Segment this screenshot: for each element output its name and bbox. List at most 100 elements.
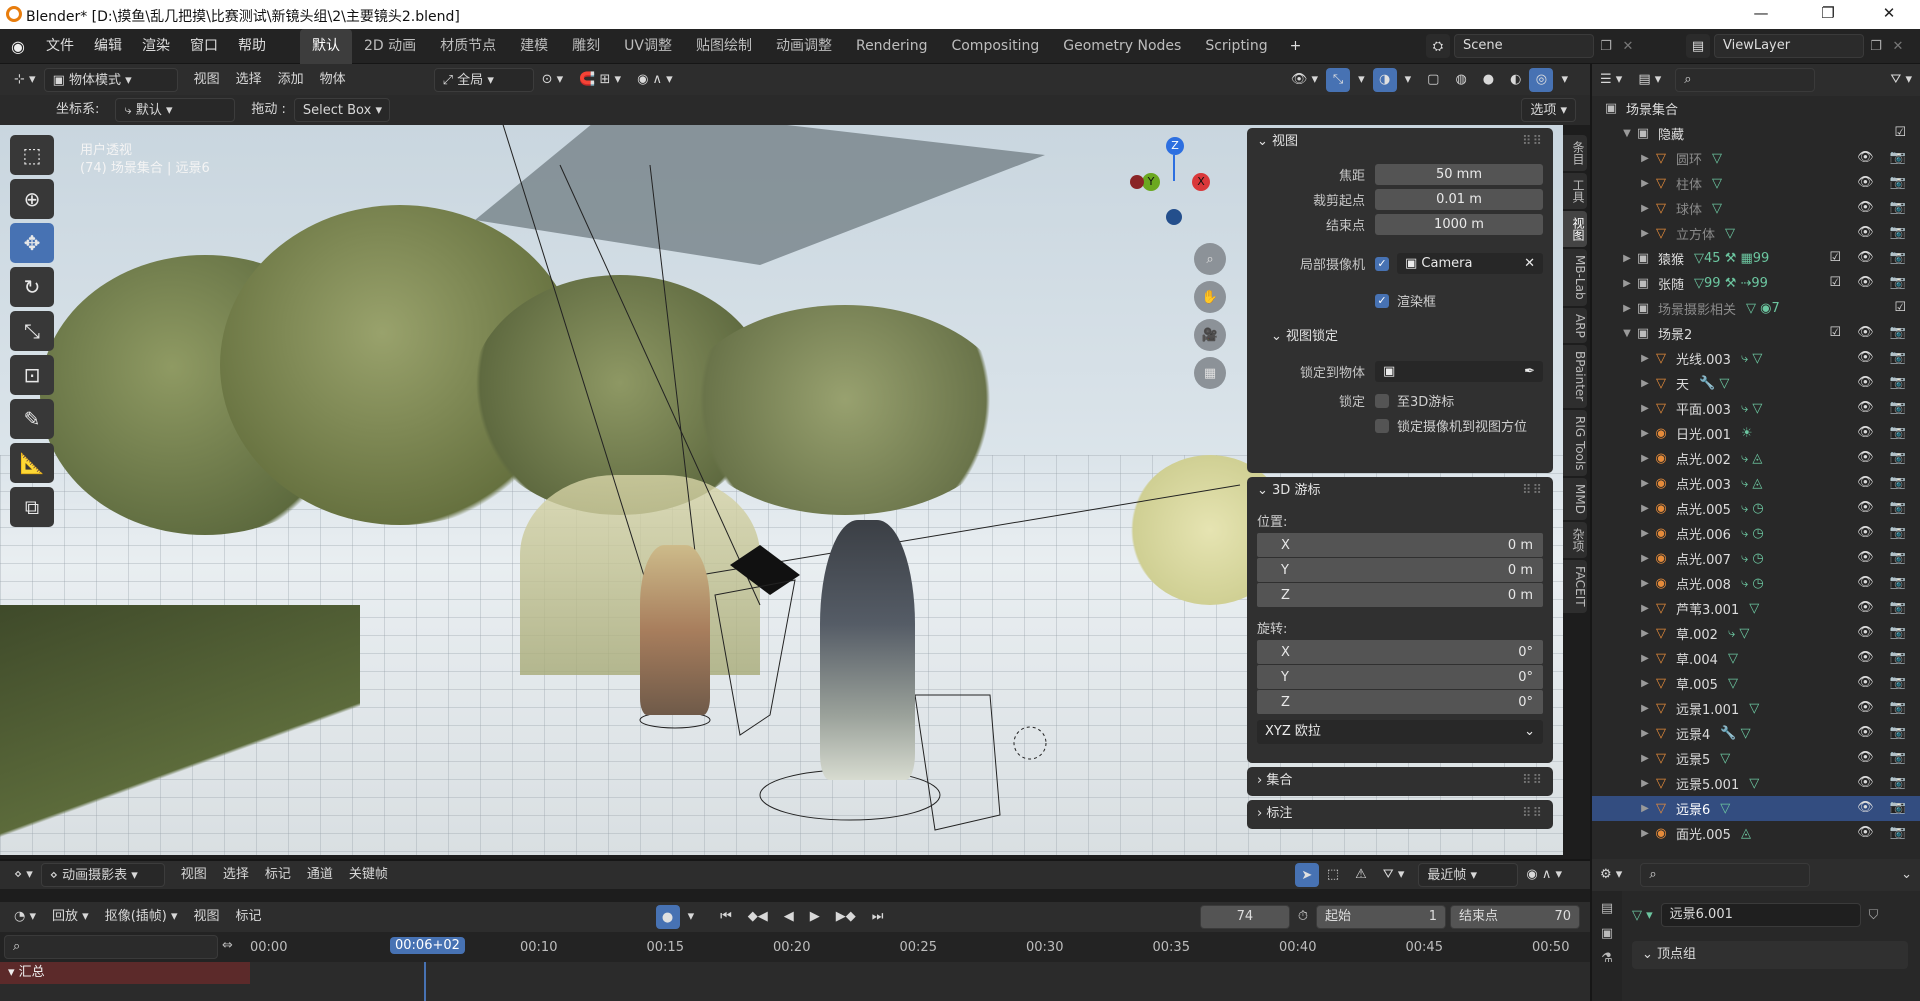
modifier-icons[interactable]: ⤷ ◷ bbox=[1741, 551, 1764, 566]
modifier-icons[interactable]: ▽99 ⚒ ⇢99 bbox=[1694, 276, 1768, 291]
expand-icon[interactable]: ▶ bbox=[1638, 478, 1652, 489]
filter-icon[interactable]: ⛛ ▾ bbox=[1882, 68, 1920, 92]
visibility-toggle-icon[interactable]: 👁 📷 bbox=[1857, 725, 1912, 740]
cursor-loc-x-field[interactable]: X 0 m bbox=[1257, 533, 1543, 557]
only-errors-icon[interactable]: ⚠ bbox=[1347, 863, 1375, 887]
options-dropdown[interactable]: 选项 ▾ bbox=[1521, 98, 1576, 122]
outliner-editor-type-icon[interactable]: ☰ ▾ bbox=[1592, 68, 1630, 92]
outliner-row[interactable]: ▶ ▣ 张随 ▽99 ⚒ ⇢99 ☑ 👁 📷 bbox=[1592, 271, 1920, 296]
sidebar-tab-6[interactable]: RIG Tools bbox=[1563, 409, 1587, 477]
viewport-menu-0[interactable]: 视图 bbox=[186, 68, 228, 92]
scene-tab-icon[interactable]: ⚗ bbox=[1592, 941, 1622, 966]
3d-cursor-header[interactable]: ⌄ 3D 游标 ⠿⠿ bbox=[1247, 477, 1553, 505]
lock-3d-cursor-checkbox[interactable] bbox=[1375, 393, 1389, 408]
workspace-tab-7[interactable]: 动画调整 bbox=[764, 29, 844, 64]
visibility-toggle-icon[interactable]: 👁 📷 bbox=[1857, 750, 1912, 765]
modifier-icons[interactable]: ▽ bbox=[1712, 201, 1722, 216]
sidebar-tab-9[interactable]: FACEIT bbox=[1563, 560, 1587, 613]
gizmo-toggle-icon[interactable]: ⤡ bbox=[1326, 67, 1351, 92]
clip-end-field[interactable]: 1000 m bbox=[1375, 214, 1543, 235]
sidebar-tab-7[interactable]: MMD bbox=[1563, 478, 1587, 521]
gizmo-z-axis[interactable]: Z bbox=[1166, 137, 1184, 155]
channel-search-input[interactable]: ⌕ bbox=[4, 935, 218, 959]
expand-icon[interactable]: ▶ bbox=[1620, 278, 1634, 289]
rotation-mode-dropdown[interactable]: XYZ 欧拉 ⌄ bbox=[1257, 720, 1543, 744]
expand-icon[interactable]: ▶ bbox=[1638, 228, 1652, 239]
outliner-row[interactable]: ▶ ◉ 点光.005 ⤷ ◷ 👁 📷 bbox=[1592, 496, 1920, 521]
jump-end-icon[interactable]: ⏭ bbox=[864, 905, 892, 929]
sync-range-icon[interactable]: ⇔ bbox=[222, 938, 233, 953]
expand-icon[interactable]: ▶ bbox=[1638, 178, 1652, 189]
expand-icon[interactable]: ▶ bbox=[1638, 778, 1652, 789]
expand-icon[interactable]: ▶ bbox=[1638, 703, 1652, 714]
collection-panel[interactable]: › 集合 ⠿⠿ bbox=[1247, 767, 1553, 796]
proportional-icon[interactable]: ◉ ∧ ▾ bbox=[1518, 863, 1570, 887]
sidebar-tab-1[interactable]: 工具 bbox=[1563, 173, 1587, 209]
dopesheet-menu-2[interactable]: 标记 bbox=[257, 863, 299, 887]
sidebar-tab-4[interactable]: ARP bbox=[1563, 307, 1587, 344]
vertex-groups-panel[interactable]: ⌄ 顶点组 bbox=[1632, 941, 1908, 969]
expand-icon[interactable]: ▶ bbox=[1638, 378, 1652, 389]
close-button[interactable]: ✕ bbox=[1874, 4, 1904, 24]
cursor-loc-y-field[interactable]: Y 0 m bbox=[1257, 558, 1543, 582]
dopesheet-menu-4[interactable]: 关键帧 bbox=[341, 863, 396, 887]
visibility-toggle-icon[interactable]: 👁 📷 bbox=[1857, 675, 1912, 690]
lock-camera-checkbox[interactable] bbox=[1375, 418, 1389, 433]
play-icon[interactable]: ▶ bbox=[802, 905, 828, 929]
outliner-row[interactable]: ▶ ◉ 日光.001 ☀ 👁 📷 bbox=[1592, 421, 1920, 446]
move-tool-icon[interactable]: ✥ bbox=[10, 223, 54, 263]
mode-dropdown[interactable]: ▣ 物体模式 ▾ bbox=[43, 67, 178, 92]
visibility-toggle-icon[interactable]: 👁 📷 bbox=[1857, 625, 1912, 640]
start-frame-field[interactable]: 起始 1 bbox=[1316, 905, 1446, 929]
annotation-panel[interactable]: › 标注 ⠿⠿ bbox=[1247, 800, 1553, 829]
visibility-toggle-icon[interactable]: ☑ 👁 📷 bbox=[1829, 275, 1912, 290]
menu-2[interactable]: 渲染 bbox=[132, 29, 180, 64]
timeline-ruler[interactable]: ⌕ ⇔ 00:00 00:10 00:15 00:20 00:25 00:30 00:35 0… bbox=[0, 932, 1590, 962]
sidebar-tab-8[interactable]: 杂项 bbox=[1563, 522, 1587, 559]
visibility-toggle-icon[interactable]: 👁 📷 bbox=[1857, 700, 1912, 715]
outliner-row[interactable]: ▶ ▽ 远景6 ▽ 👁 📷 bbox=[1592, 796, 1920, 821]
menu-4[interactable]: 帮助 bbox=[228, 29, 276, 64]
modifier-icons[interactable]: ⤷ ◷ bbox=[1741, 576, 1764, 591]
expand-icon[interactable]: ▼ bbox=[1620, 328, 1634, 339]
snap-icon[interactable]: 🧲 ⊞ ▾ bbox=[571, 68, 629, 92]
modifier-icons[interactable]: ▽ bbox=[1749, 601, 1759, 616]
visibility-toggle-icon[interactable]: 👁 📷 bbox=[1857, 350, 1912, 365]
modifier-icons[interactable]: ▽ bbox=[1720, 801, 1730, 816]
outliner-row[interactable]: ▶ ▣ 场景摄影相关 ▽ ◉7 ☑ bbox=[1592, 296, 1920, 321]
outliner-row[interactable]: ▶ ▽ 球体 ▽ 👁 📷 bbox=[1592, 196, 1920, 221]
menu-3[interactable]: 窗口 bbox=[180, 29, 228, 64]
cursor-rot-x-field[interactable]: X 0° bbox=[1257, 640, 1543, 664]
gizmo-neg-z[interactable] bbox=[1166, 209, 1182, 225]
modifier-icons[interactable]: ⤷ ▽ bbox=[1741, 351, 1762, 366]
properties-editor-type-icon[interactable]: ⚙ ▾ bbox=[1592, 863, 1630, 887]
minimize-button[interactable]: — bbox=[1746, 4, 1776, 24]
dopesheet-menu-3[interactable]: 通道 bbox=[299, 863, 341, 887]
outliner-row[interactable]: ▶ ▽ 光线.003 ⤷ ▽ 👁 📷 bbox=[1592, 346, 1920, 371]
show-hidden-icon[interactable]: ⬚ bbox=[1319, 863, 1347, 887]
viewport-menu-3[interactable]: 物体 bbox=[312, 68, 354, 92]
dopesheet-menu-0[interactable]: 视图 bbox=[173, 863, 215, 887]
keying-menu[interactable]: 抠像(插帧) ▾ bbox=[97, 905, 186, 929]
outliner-row[interactable]: ▶ ▽ 天 🔧 ▽ 👁 📷 bbox=[1592, 371, 1920, 396]
overlay-toggle-icon[interactable]: ◑ bbox=[1372, 67, 1397, 92]
xray-icon[interactable]: ▢ bbox=[1419, 68, 1447, 92]
expand-icon[interactable]: ▶ bbox=[1620, 253, 1634, 264]
modifier-icons[interactable]: ▽ bbox=[1749, 701, 1759, 716]
workspace-tab-8[interactable]: Rendering bbox=[844, 29, 940, 64]
only-selected-icon[interactable]: ➤ bbox=[1294, 863, 1319, 887]
outliner-row[interactable]: ▶ ▽ 平面.003 ⤷ ▽ 👁 📷 bbox=[1592, 396, 1920, 421]
outliner-row[interactable]: ▶ ▽ 远景1.001 ▽ 👁 📷 bbox=[1592, 696, 1920, 721]
output-tab-icon[interactable]: ▣ bbox=[1592, 916, 1622, 941]
render-region-checkbox[interactable]: ✓ bbox=[1375, 293, 1389, 308]
dopesheet-channels[interactable]: ▾ 汇总 bbox=[0, 962, 1590, 1001]
modifier-icons[interactable]: 🔧 ▽ bbox=[1699, 376, 1729, 391]
scene-name-field[interactable]: Scene bbox=[1454, 34, 1594, 58]
visibility-toggle-icon[interactable]: ☑ bbox=[1894, 300, 1912, 315]
expand-icon[interactable]: ▶ bbox=[1638, 503, 1652, 514]
visibility-toggle-icon[interactable]: 👁 📷 bbox=[1857, 225, 1912, 240]
expand-icon[interactable]: ▶ bbox=[1638, 728, 1652, 739]
expand-icon[interactable]: ▶ bbox=[1638, 653, 1652, 664]
annotate-tool-icon[interactable]: ✎ bbox=[10, 399, 54, 439]
outliner-row[interactable]: ▶ ▣ 猿猴 ▽45 ⚒ ▦99 ☑ 👁 📷 bbox=[1592, 246, 1920, 271]
